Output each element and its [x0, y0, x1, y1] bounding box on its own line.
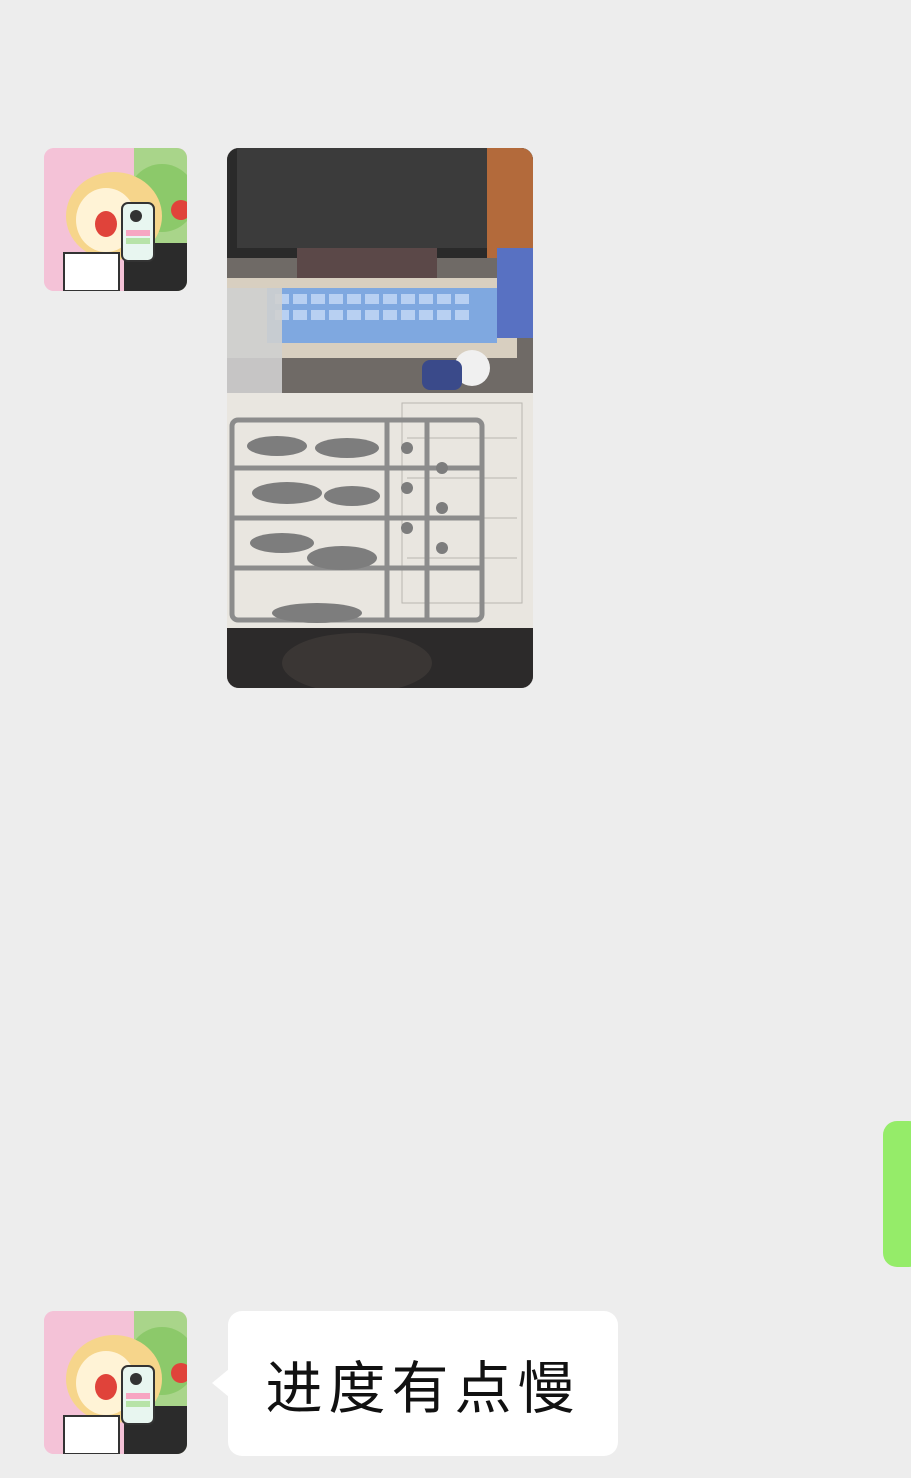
message-text: 进度有点慢: [265, 1355, 581, 1422]
message-bubble[interactable]: 进度有点慢: [212, 1311, 618, 1456]
photo-message[interactable]: [227, 148, 533, 688]
self-message-bubble[interactable]: [883, 1121, 911, 1267]
contact-avatar[interactable]: [44, 148, 187, 291]
contact-avatar[interactable]: [44, 1311, 187, 1454]
avatar-illustration: [44, 1311, 187, 1454]
photo-image: [227, 148, 533, 688]
avatar-illustration: [44, 148, 187, 291]
